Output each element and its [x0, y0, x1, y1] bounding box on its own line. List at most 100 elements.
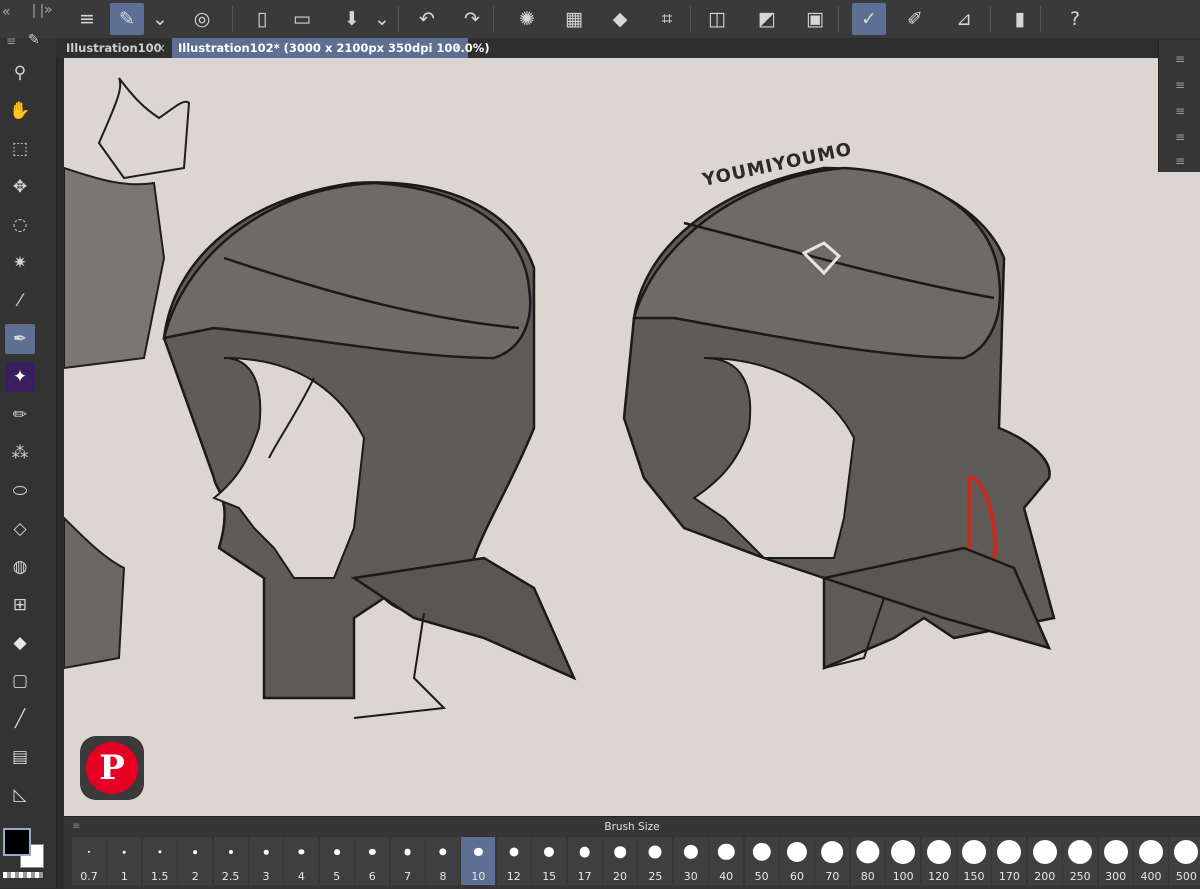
hand-icon[interactable]: ✋ [5, 96, 35, 126]
brush-size-8[interactable]: 8 [426, 837, 460, 885]
brush-size-label: 1.5 [151, 870, 169, 883]
ruler-icon[interactable]: ◺ [5, 780, 35, 810]
tool-palette-menu-icon[interactable]: ≡ [6, 34, 16, 48]
brush-size-20[interactable]: 20 [603, 837, 637, 885]
help-icon[interactable]: ? [1058, 3, 1092, 35]
brush-size-100[interactable]: 100 [886, 837, 921, 885]
loading-icon[interactable]: ✺ [510, 3, 544, 35]
brush-size-label: 15 [542, 870, 557, 883]
brush-size-250[interactable]: 250 [1063, 837, 1098, 885]
brush-size-1[interactable]: 1 [107, 837, 142, 885]
fill-icon[interactable]: ◆ [603, 3, 637, 35]
move-icon[interactable]: ✥ [5, 172, 35, 202]
brush-size-150[interactable]: 150 [957, 837, 991, 885]
brush-size-200[interactable]: 200 [1027, 837, 1062, 885]
zoom-icon[interactable]: ⚲ [5, 58, 35, 88]
magic-wand-icon[interactable]: ✷ [5, 248, 35, 278]
brush-size-25[interactable]: 25 [638, 837, 673, 885]
brush-size-70[interactable]: 70 [815, 837, 850, 885]
brush-size-30[interactable]: 30 [673, 837, 708, 885]
invert-selection-icon[interactable]: ◩ [750, 3, 784, 35]
airbrush-icon[interactable]: ⁂ [5, 438, 35, 468]
toolbar-separator [398, 6, 399, 32]
brush-size-0.7[interactable]: 0.7 [72, 837, 106, 885]
tab-illustration102[interactable]: Illustration102* (3000 x 2100px 350dpi 1… [172, 38, 490, 58]
panel-menu-icon[interactable]: ≡ [1171, 130, 1189, 144]
device-icon[interactable]: ▮ [1003, 3, 1037, 35]
dropdown-icon[interactable]: ⌄ [150, 3, 170, 35]
main-color-swatch[interactable] [3, 828, 31, 856]
brush-size-400[interactable]: 400 [1134, 837, 1168, 885]
brush-size-label: 30 [683, 870, 698, 883]
new-file-icon[interactable]: ▯ [245, 3, 279, 35]
decoration-icon[interactable]: ⬭ [5, 476, 35, 506]
brush-size-label: 1 [120, 870, 128, 883]
undo-icon[interactable]: ↶ [410, 3, 444, 35]
brush-size-50[interactable]: 50 [744, 837, 779, 885]
transform-icon[interactable]: ⌗ [650, 3, 684, 35]
save-icon[interactable]: ⬇ [335, 3, 369, 35]
brush-size-dot-icon [821, 841, 844, 863]
selection-border-icon[interactable]: ▣ [798, 3, 832, 35]
frame-icon[interactable]: ▤ [5, 742, 35, 772]
pencil-icon[interactable]: ✏ [5, 400, 35, 430]
brush-size-5[interactable]: 5 [319, 837, 354, 885]
brush-size-3[interactable]: 3 [249, 837, 283, 885]
modified-dot-icon[interactable]: • [455, 38, 462, 58]
brush-size-label: 12 [506, 870, 521, 883]
brush-size-120[interactable]: 120 [921, 837, 956, 885]
gradient-icon[interactable]: ▢ [5, 666, 35, 696]
open-folder-icon[interactable]: ▭ [285, 3, 319, 35]
lasso-icon[interactable]: ◌ [5, 210, 35, 240]
figure-icon[interactable]: ⊞ [5, 590, 35, 620]
brush-size-17[interactable]: 17 [567, 837, 602, 885]
panel-menu-icon[interactable]: ≡ [1171, 154, 1189, 168]
brush-size-4[interactable]: 4 [284, 837, 319, 885]
brush-size-300[interactable]: 300 [1098, 837, 1133, 885]
brush-size-40[interactable]: 40 [709, 837, 744, 885]
brush-size-80[interactable]: 80 [850, 837, 885, 885]
brush-size-10[interactable]: 10 [461, 837, 496, 885]
deselect-icon[interactable]: ◫ [700, 3, 734, 35]
brush-icon[interactable]: ✐ [898, 3, 932, 35]
menu-icon[interactable]: ≡ [70, 3, 104, 35]
ruler-pen-icon[interactable]: ✓ [852, 3, 886, 35]
save-dropdown-icon[interactable]: ⌄ [372, 3, 392, 35]
blend-icon[interactable]: ◍ [5, 552, 35, 582]
collapse-panel-icon[interactable]: « [2, 4, 11, 20]
eraser-icon[interactable]: ◇ [5, 514, 35, 544]
drawing-canvas[interactable]: YOUMIYOUMO [64, 58, 1200, 816]
object-select-icon[interactable]: ⬚ [5, 134, 35, 164]
selection-clear-icon[interactable]: ▦ [557, 3, 591, 35]
brush-size-2[interactable]: 2 [178, 837, 213, 885]
brush-size-170[interactable]: 170 [992, 837, 1027, 885]
panel-menu-icon[interactable]: ≡ [1171, 78, 1189, 92]
brush-size-15[interactable]: 15 [532, 837, 567, 885]
close-tab-icon[interactable]: × [156, 38, 166, 58]
fill-bucket-icon[interactable]: ◆ [5, 628, 35, 658]
line-icon[interactable]: ╱ [5, 704, 35, 734]
tab-illustration102-label: Illustration102* (3000 x 2100px 350dpi 1… [178, 41, 490, 55]
brush-size-60[interactable]: 60 [780, 837, 814, 885]
brush-size-1.5[interactable]: 1.5 [142, 837, 177, 885]
panel-grip-icon[interactable] [33, 4, 43, 18]
line-ruler-icon[interactable]: ⊿ [947, 3, 981, 35]
pen-settings-icon[interactable]: ✎ [110, 3, 144, 35]
eyedropper-icon[interactable]: ⁄ [5, 286, 35, 316]
brush-size-500[interactable]: 500 [1169, 837, 1200, 885]
redo-icon[interactable]: ↷ [455, 3, 489, 35]
sparkle-icon[interactable]: ✦ [5, 362, 35, 392]
panel-menu-icon[interactable]: ≡ [1171, 104, 1189, 118]
panel-expand-icon[interactable]: » [44, 2, 53, 18]
record-icon[interactable]: ◎ [185, 3, 219, 35]
brush-size-6[interactable]: 6 [355, 837, 390, 885]
transparent-color-swatch[interactable] [3, 872, 43, 878]
brush-size-7[interactable]: 7 [390, 837, 425, 885]
tool-palette-pen-icon[interactable]: ✎ [28, 32, 40, 48]
panel-menu-icon[interactable]: ≡ [1171, 52, 1189, 66]
pen-icon[interactable]: ✒ [5, 324, 35, 354]
brush-size-2.5[interactable]: 2.5 [213, 837, 248, 885]
brush-size-label: 120 [928, 870, 950, 883]
tab-illustration100[interactable]: Illustration100 [60, 38, 168, 58]
brush-size-12[interactable]: 12 [496, 837, 531, 885]
